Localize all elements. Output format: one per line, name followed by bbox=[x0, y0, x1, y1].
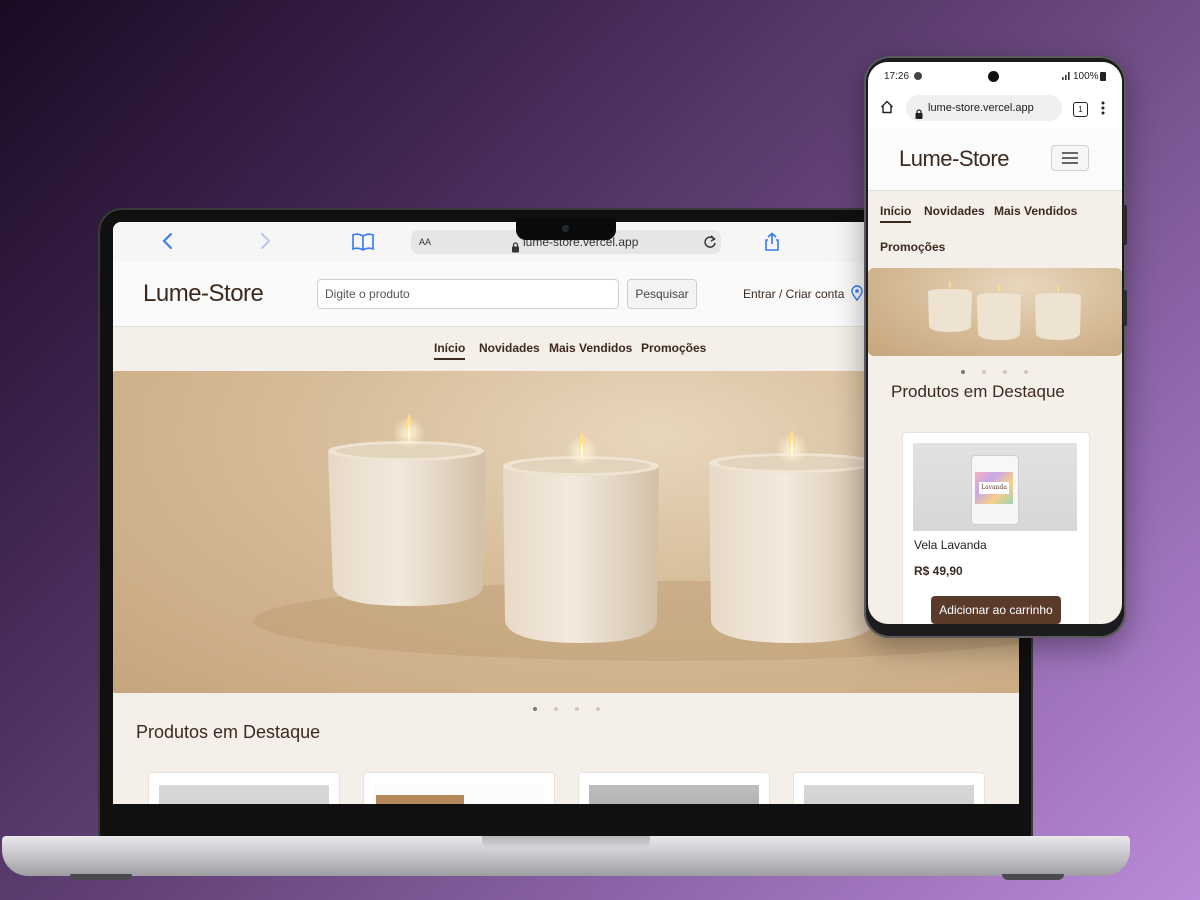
carousel-dot[interactable] bbox=[533, 707, 537, 711]
candle-image bbox=[709, 429, 877, 643]
product-card[interactable] bbox=[578, 772, 770, 804]
home-icon[interactable] bbox=[880, 100, 894, 119]
product-price: R$ 49,90 bbox=[914, 564, 963, 578]
product-card[interactable]: Lavanda Vela Lavanda R$ 49,90 Adicionar … bbox=[902, 432, 1090, 624]
nav-mais-vendidos[interactable]: Mais Vendidos bbox=[994, 204, 1077, 218]
battery-text: 100% bbox=[1073, 71, 1099, 82]
nav-inicio[interactable]: Início bbox=[880, 204, 912, 223]
laptop-foot bbox=[70, 874, 132, 880]
phone-screen: 17:26 100% lume-store.vercel.app 1 Lume-… bbox=[868, 62, 1122, 624]
nav-promocoes[interactable]: Promoções bbox=[880, 240, 945, 254]
featured-title: Produtos em Destaque bbox=[891, 382, 1065, 401]
chevron-right-icon[interactable] bbox=[258, 228, 272, 260]
menu-toggle-button[interactable] bbox=[1051, 145, 1089, 171]
book-icon[interactable] bbox=[351, 232, 375, 257]
lock-icon bbox=[915, 103, 923, 129]
trackpad-notch bbox=[482, 836, 650, 850]
login-link[interactable]: Entrar / Criar conta bbox=[743, 287, 844, 301]
site-logo[interactable]: Lume-Store bbox=[899, 146, 1009, 172]
carousel-dot[interactable] bbox=[554, 707, 558, 711]
nav-novidades[interactable]: Novidades bbox=[924, 204, 985, 218]
nav-inicio[interactable]: Início bbox=[434, 341, 466, 360]
text-size-button[interactable]: AA bbox=[419, 230, 431, 254]
notification-icon bbox=[914, 72, 922, 80]
product-image bbox=[159, 785, 329, 804]
carousel-dot[interactable] bbox=[575, 707, 579, 711]
add-to-cart-button[interactable]: Adicionar ao carrinho bbox=[931, 596, 1061, 624]
carousel-dot[interactable] bbox=[596, 707, 600, 711]
battery-icon bbox=[1100, 72, 1106, 81]
hamburger-icon bbox=[1062, 157, 1078, 159]
nav-promocoes[interactable]: Promoções bbox=[641, 341, 706, 355]
product-image bbox=[589, 785, 759, 804]
jar-label: Lavanda bbox=[979, 482, 1009, 494]
search-input[interactable]: Digite o produto bbox=[317, 279, 619, 309]
candle-image bbox=[328, 413, 485, 606]
product-image bbox=[374, 785, 544, 804]
chevron-left-icon[interactable] bbox=[161, 228, 175, 260]
product-card[interactable] bbox=[793, 772, 985, 804]
carousel-dot[interactable] bbox=[1024, 370, 1028, 374]
product-image: Lavanda bbox=[913, 443, 1077, 531]
site-header: Lume-Store bbox=[868, 128, 1122, 191]
hamburger-icon bbox=[1062, 162, 1078, 164]
hero-banner[interactable] bbox=[868, 268, 1122, 356]
featured-title: Produtos em Destaque bbox=[136, 722, 321, 742]
front-camera bbox=[988, 71, 999, 82]
nav-novidades[interactable]: Novidades bbox=[479, 341, 540, 355]
share-icon[interactable] bbox=[763, 232, 781, 257]
carousel-dot[interactable] bbox=[982, 370, 986, 374]
product-card[interactable] bbox=[148, 772, 340, 804]
tab-count-button[interactable]: 1 bbox=[1073, 102, 1088, 117]
hamburger-icon bbox=[1062, 152, 1078, 154]
candle-image bbox=[928, 280, 972, 332]
product-image bbox=[804, 785, 974, 804]
carousel-dot[interactable] bbox=[1003, 370, 1007, 374]
signal-icon bbox=[1062, 72, 1071, 83]
candle-image bbox=[1035, 284, 1081, 340]
lock-icon bbox=[511, 237, 520, 261]
search-button[interactable]: Pesquisar bbox=[627, 279, 697, 309]
phone-side-button bbox=[1123, 205, 1127, 245]
candle-image bbox=[503, 431, 659, 643]
camera-notch bbox=[516, 218, 616, 240]
site-logo[interactable]: Lume-Store bbox=[143, 280, 264, 308]
more-menu-icon[interactable] bbox=[1101, 101, 1105, 120]
status-time: 17:26 bbox=[884, 71, 910, 82]
candle-image bbox=[977, 284, 1021, 340]
reload-icon[interactable] bbox=[703, 234, 717, 258]
phone-side-button bbox=[1123, 290, 1127, 326]
url-text: lume-store.vercel.app bbox=[928, 102, 1034, 114]
browser-toolbar: lume-store.vercel.app 1 bbox=[868, 90, 1122, 128]
status-bar: 17:26 100% bbox=[868, 62, 1122, 90]
address-bar[interactable]: lume-store.vercel.app bbox=[906, 95, 1062, 121]
product-card[interactable] bbox=[363, 772, 555, 804]
laptop-foot bbox=[1002, 874, 1064, 880]
location-pin-icon[interactable] bbox=[851, 285, 863, 306]
carousel-dot[interactable] bbox=[961, 370, 965, 374]
product-name: Vela Lavanda bbox=[914, 538, 987, 552]
nav-mais-vendidos[interactable]: Mais Vendidos bbox=[549, 341, 632, 355]
